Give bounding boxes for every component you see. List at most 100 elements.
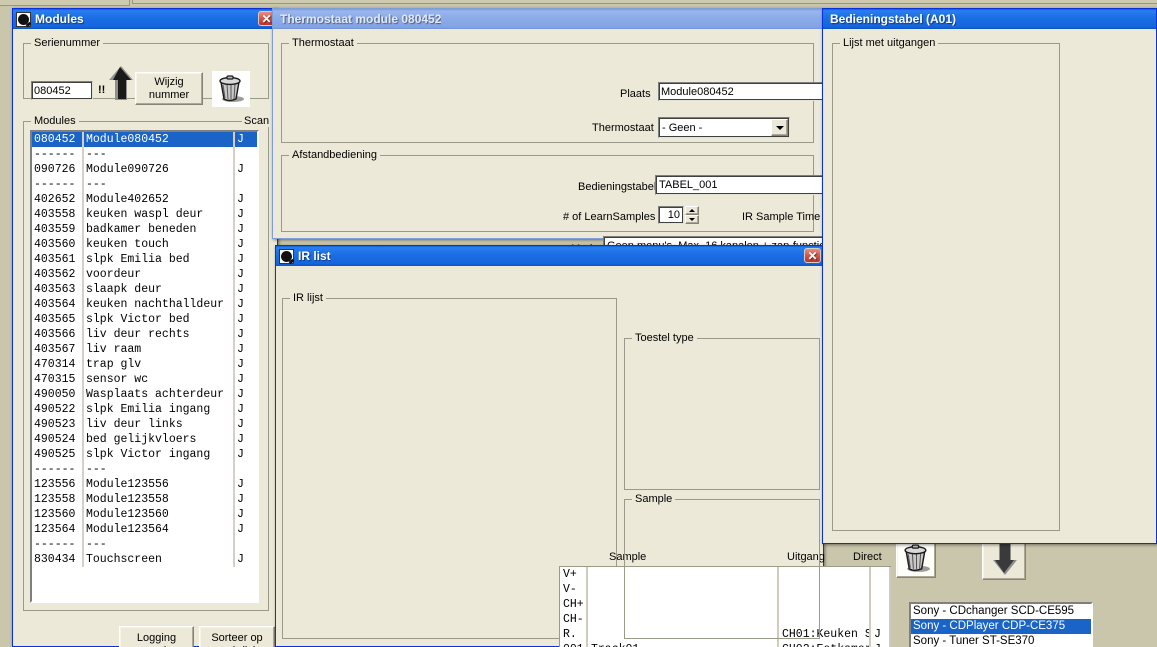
titlebar-modules[interactable]: Modules ✕ bbox=[13, 9, 277, 29]
group-irlijst-legend: IR lijst bbox=[290, 292, 326, 304]
module-name: Module090726 bbox=[84, 162, 235, 177]
module-scan: J bbox=[237, 253, 244, 266]
module-name: Module123564 bbox=[84, 522, 235, 537]
titlebar-bedieningstabel[interactable]: Bedieningstabel (A01) bbox=[823, 9, 1156, 29]
table-row[interactable]: 403562 voordeur J bbox=[32, 267, 257, 282]
module-id: ------ bbox=[32, 147, 84, 162]
module-scan: J bbox=[237, 403, 244, 416]
thermostaat-select-value: - Geen - bbox=[662, 121, 703, 134]
table-row[interactable]: ------ --- bbox=[32, 147, 257, 162]
ir-direct bbox=[871, 567, 891, 582]
list-item[interactable]: Sony - Tuner ST-SE370 bbox=[911, 634, 1091, 647]
table-row[interactable]: 490522 slpk Emilia ingang J bbox=[32, 402, 257, 417]
module-scan: J bbox=[237, 343, 244, 356]
table-row[interactable]: 403561 slpk Emilia bed J bbox=[32, 252, 257, 267]
plaats-input[interactable]: Module080452 bbox=[658, 82, 825, 101]
list-item[interactable]: Sony - CDPlayer CDP-CE375 bbox=[911, 619, 1091, 634]
module-id: 123564 bbox=[32, 522, 84, 537]
background-window-strip-left bbox=[0, 0, 130, 6]
table-row[interactable]: 123564 Module123564 J bbox=[32, 522, 257, 537]
module-name: Wasplaats achterdeur bbox=[84, 387, 235, 402]
window-irlist[interactable]: IR list ✕ IR lijst Sample Uitgang Direct… bbox=[275, 245, 1093, 647]
table-row[interactable]: 830434 Touchscreen J bbox=[32, 552, 257, 567]
group-serienummer-legend: Serienummer bbox=[31, 37, 104, 49]
module-name: Module080452 bbox=[84, 132, 235, 147]
stepper-down[interactable] bbox=[685, 215, 699, 224]
thermostaat-label: Thermostaat bbox=[592, 122, 654, 134]
titlebar-irlist[interactable]: IR list ✕ bbox=[276, 246, 823, 266]
bedieningstabel-label: Bedieningstabel bbox=[578, 181, 657, 193]
ir-id: V- bbox=[560, 582, 588, 597]
wijzig-nummer-button[interactable]: Wijzig nummer bbox=[135, 72, 203, 105]
ir-id: 001 bbox=[560, 642, 588, 647]
close-icon[interactable]: ✕ bbox=[804, 248, 821, 263]
module-name: sensor wc bbox=[84, 372, 235, 387]
table-row[interactable]: 403565 slpk Victor bed J bbox=[32, 312, 257, 327]
list-item[interactable]: Sony - CDchanger SCD-CE595 bbox=[911, 604, 1091, 619]
table-row[interactable]: 123560 Module123560 J bbox=[32, 507, 257, 522]
table-row[interactable]: 403566 liv deur rechts J bbox=[32, 327, 257, 342]
thermostaat-select[interactable]: - Geen - bbox=[658, 117, 790, 138]
table-row[interactable]: ------ --- bbox=[32, 462, 257, 477]
module-scan: J bbox=[237, 193, 244, 206]
table-row[interactable]: 490524 bed gelijkvloers J bbox=[32, 432, 257, 447]
serienummer-warning: !! bbox=[98, 84, 106, 96]
group-sample: Sample bbox=[624, 493, 820, 639]
module-name: liv deur rechts bbox=[84, 327, 235, 342]
learnsamples-input[interactable]: 10 bbox=[658, 206, 684, 224]
modules-list[interactable]: 080452 Module080452 J ------ --- 090726 Module… bbox=[30, 130, 259, 603]
table-row[interactable]: 123556 Module123556 J bbox=[32, 477, 257, 492]
table-row[interactable]: 470314 trap glv J bbox=[32, 357, 257, 372]
module-scan bbox=[235, 462, 257, 477]
table-row[interactable]: ------ --- bbox=[32, 537, 257, 552]
window-modules[interactable]: Modules ✕ Serienummer 080452 !! Wijzig n… bbox=[12, 8, 278, 647]
table-row[interactable]: 001Track01CH02:EetkamerJ bbox=[560, 642, 891, 647]
learnsamples-stepper[interactable] bbox=[685, 206, 699, 224]
module-id: 080452 bbox=[32, 132, 84, 147]
module-id: 402652 bbox=[32, 192, 84, 207]
ir-id: CH- bbox=[560, 612, 588, 627]
app-icon bbox=[279, 248, 294, 264]
module-name: slpk Emilia bed bbox=[84, 252, 235, 267]
module-scan: J bbox=[237, 223, 244, 236]
table-row[interactable]: 490050 Wasplaats achterdeur J bbox=[32, 387, 257, 402]
move-down-button[interactable] bbox=[982, 538, 1026, 580]
table-row[interactable]: 090726 Module090726 J bbox=[32, 162, 257, 177]
table-row[interactable]: 080452 Module080452 J bbox=[32, 132, 257, 147]
serienummer-input[interactable]: 080452 bbox=[31, 81, 93, 100]
chevron-down-icon[interactable] bbox=[771, 119, 788, 136]
trash-button-modules[interactable] bbox=[212, 71, 250, 107]
stepper-up[interactable] bbox=[685, 206, 699, 215]
table-row[interactable]: 403564 keuken nachthalldeur J bbox=[32, 297, 257, 312]
toestel-type-list[interactable]: Sony - CDchanger SCD-CE595 Sony - CDPlaye… bbox=[909, 602, 1093, 647]
table-row[interactable]: 490523 liv deur links J bbox=[32, 417, 257, 432]
logging-scanning-button[interactable]: Logging scanning bbox=[119, 626, 194, 647]
table-row[interactable]: 403560 keuken touch J bbox=[32, 237, 257, 252]
trash-button-irlist[interactable] bbox=[896, 538, 936, 578]
table-row[interactable]: ------ --- bbox=[32, 177, 257, 192]
titlebar-thermostaat[interactable]: Thermostaat module 080452 bbox=[273, 9, 822, 29]
module-name: keuken touch bbox=[84, 237, 235, 252]
table-row[interactable]: 403559 badkamer beneden J bbox=[32, 222, 257, 237]
module-id: 490524 bbox=[32, 432, 84, 447]
module-id: 403560 bbox=[32, 237, 84, 252]
table-row[interactable]: 490525 slpk Victor ingang J bbox=[32, 447, 257, 462]
table-row[interactable]: 403558 keuken waspl deur J bbox=[32, 207, 257, 222]
module-id: 490050 bbox=[32, 387, 84, 402]
table-row[interactable]: 402652 Module402652 J bbox=[32, 192, 257, 207]
module-scan bbox=[235, 537, 257, 552]
module-id: 470315 bbox=[32, 372, 84, 387]
serienummer-value: 080452 bbox=[34, 84, 71, 97]
table-row[interactable]: 403567 liv raam J bbox=[32, 342, 257, 357]
window-thermostaat[interactable]: Thermostaat module 080452 Thermostaat Pl… bbox=[272, 8, 1093, 257]
up-arrow-icon[interactable] bbox=[107, 65, 135, 101]
window-bedieningstabel[interactable]: Bedieningstabel (A01) Lijst met uitgange… bbox=[822, 8, 1157, 544]
table-row[interactable]: 470315 sensor wc J bbox=[32, 372, 257, 387]
module-scan: J bbox=[237, 328, 244, 341]
table-row[interactable]: 123558 Module123558 J bbox=[32, 492, 257, 507]
module-scan: J bbox=[237, 268, 244, 281]
table-row[interactable]: 403563 slaapk deur J bbox=[32, 282, 257, 297]
sorteer-omschrijving-button[interactable]: Sorteer op omschrijving bbox=[199, 626, 275, 647]
bedieningstabel-select[interactable]: TABEL_001 bbox=[655, 175, 843, 195]
module-name: liv raam bbox=[84, 342, 235, 357]
